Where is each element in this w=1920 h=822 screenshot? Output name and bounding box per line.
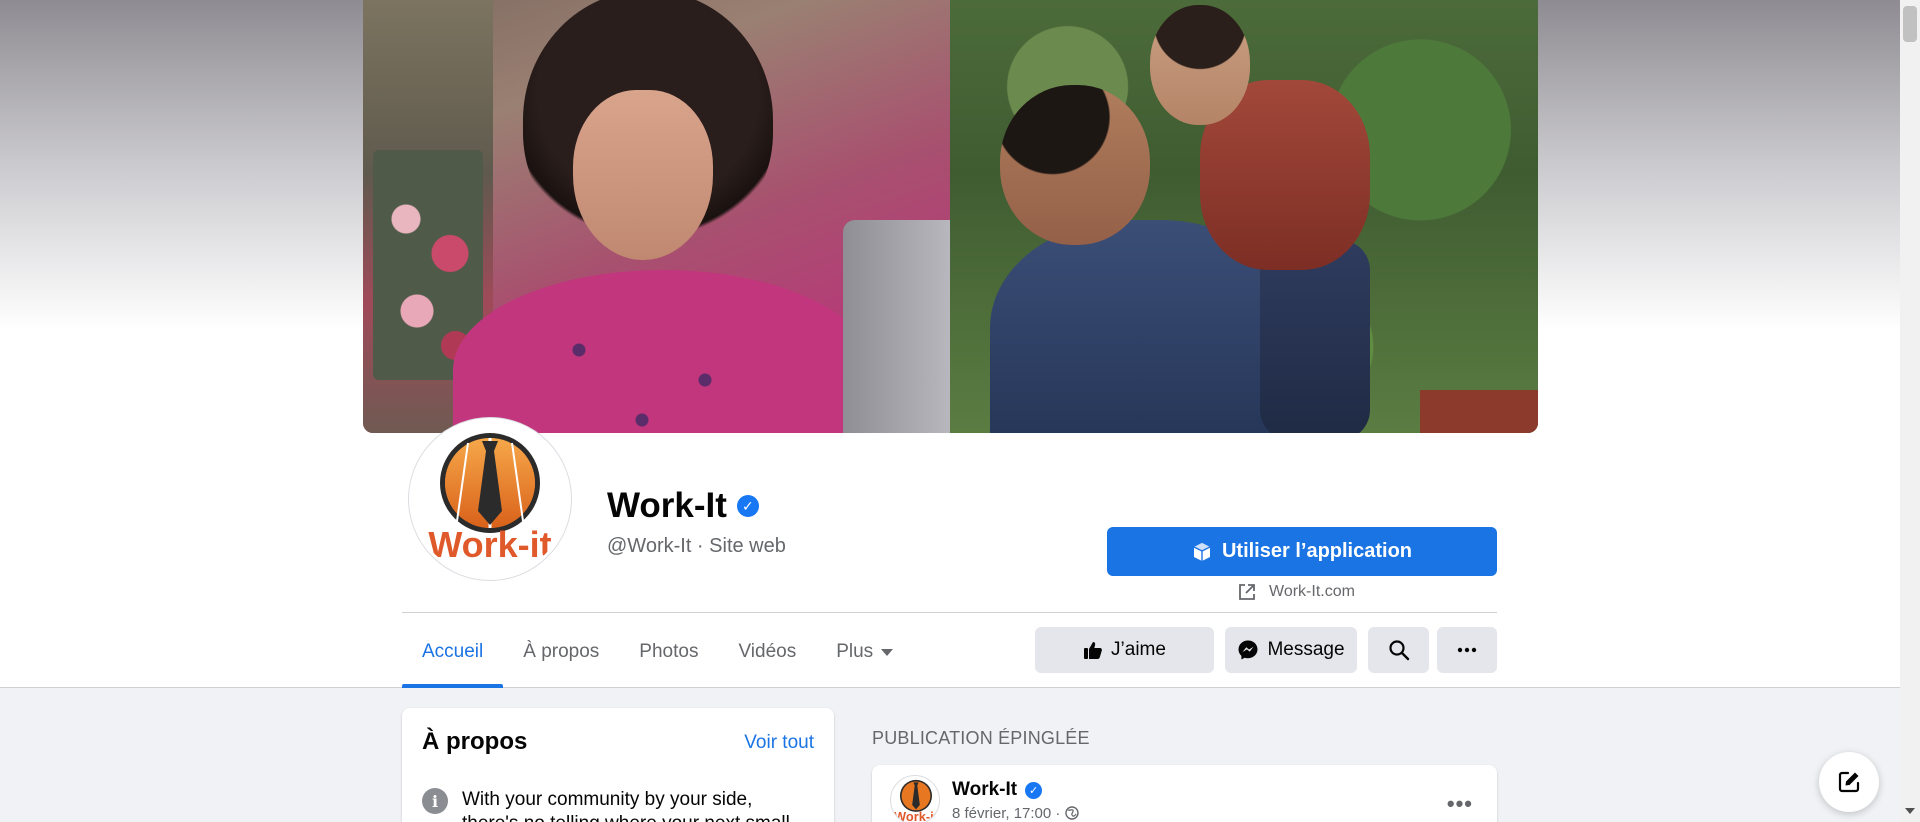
svg-text:Work-it: Work-it — [428, 524, 551, 565]
search-icon — [1388, 640, 1409, 661]
scroll-down-arrow-icon[interactable] — [1905, 808, 1915, 814]
post-timestamp[interactable]: 8 février, 17:00 · — [952, 805, 1079, 822]
tab-videos[interactable]: Vidéos — [718, 616, 816, 688]
compose-icon — [1838, 771, 1860, 793]
cube-icon — [1193, 542, 1211, 561]
post-avatar[interactable]: Work-it — [890, 775, 940, 822]
about-card: À propos Voir tout i With your community… — [402, 708, 834, 822]
more-options-button[interactable] — [1437, 627, 1497, 673]
work-it-logo: Work-it — [894, 779, 939, 822]
work-it-logo: Work-it — [428, 433, 552, 565]
info-icon: i — [422, 788, 448, 814]
page-title: Work-It — [607, 486, 727, 525]
tab-photos[interactable]: Photos — [619, 616, 718, 688]
search-button[interactable] — [1368, 627, 1429, 673]
page-handle: @Work-It — [607, 535, 692, 557]
page-subtitle: @Work-It · Site web — [607, 535, 786, 557]
tab-accueil[interactable]: Accueil — [402, 616, 504, 688]
cover-photo[interactable] — [363, 0, 1538, 433]
messenger-icon — [1238, 640, 1258, 660]
header-divider — [402, 612, 1497, 613]
globe-icon — [1064, 806, 1079, 820]
page-tabs: Accueil À propos Photos Vidéos Plus — [402, 616, 913, 688]
see-all-link[interactable]: Voir tout — [744, 732, 814, 754]
svg-text:Work-it: Work-it — [894, 809, 939, 822]
page-scrollbar[interactable] — [1900, 0, 1920, 822]
new-message-button[interactable] — [1819, 752, 1879, 812]
website-link[interactable]: Work-It.com — [1237, 582, 1355, 602]
page-category[interactable]: Site web — [709, 535, 786, 557]
about-card-title: À propos — [422, 728, 528, 755]
more-dots-icon — [1457, 647, 1477, 653]
thumbs-up-icon — [1084, 642, 1102, 659]
cover-photo-father-son — [950, 0, 1538, 433]
scrollbar-thumb[interactable] — [1903, 6, 1917, 42]
verified-badge-icon: ✓ — [736, 495, 759, 517]
about-description: With your community by your side, there'… — [462, 789, 790, 822]
pinned-post: Work-it Work-It ✓ 8 février, 17:00 · ••• — [872, 765, 1497, 822]
like-button[interactable]: J’aime — [1035, 627, 1214, 673]
post-more-options-icon[interactable]: ••• — [1447, 791, 1473, 817]
pinned-post-label: PUBLICATION ÉPINGLÉE — [872, 728, 1090, 748]
post-author[interactable]: Work-It ✓ — [952, 779, 1043, 801]
use-app-button[interactable]: Utiliser l’application — [1107, 527, 1497, 576]
caret-down-icon — [881, 648, 894, 656]
profile-avatar[interactable]: Work-it — [412, 421, 568, 577]
tab-a-propos[interactable]: À propos — [503, 616, 619, 688]
page-name-row: Work-It ✓ — [607, 486, 759, 526]
message-button[interactable]: Message — [1225, 627, 1357, 673]
tab-plus[interactable]: Plus — [816, 616, 913, 688]
external-link-icon — [1239, 584, 1255, 600]
verified-badge-icon: ✓ — [1025, 781, 1043, 799]
cover-photo-woman — [363, 0, 950, 433]
